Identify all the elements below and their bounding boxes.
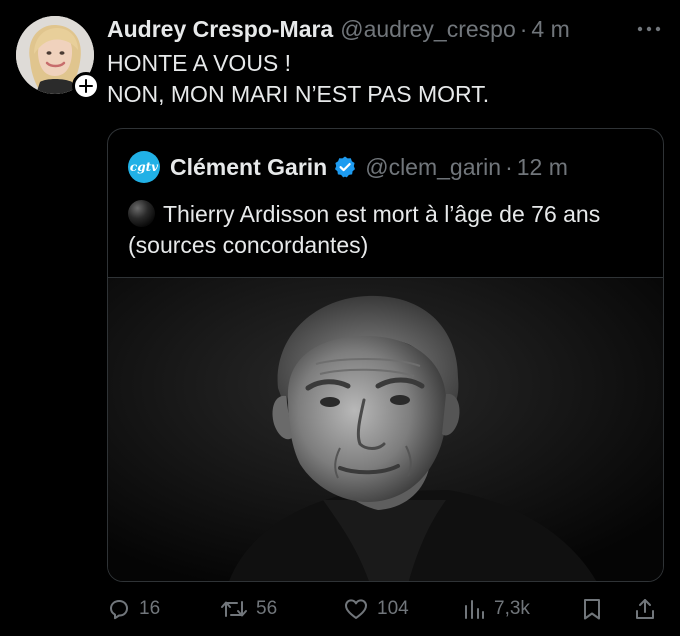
retweet-count: 56 — [256, 598, 278, 619]
reply-icon — [110, 600, 128, 620]
views-button[interactable]: 7,3k — [462, 592, 530, 626]
tweet-line-2: NON, MON MARI N’EST PAS MORT. — [107, 81, 490, 107]
author-avatar-container[interactable] — [16, 16, 100, 100]
heart-icon — [345, 599, 367, 619]
quoted-author-name[interactable]: Clément Garin — [170, 154, 327, 181]
views-count: 7,3k — [494, 598, 530, 619]
share-button[interactable] — [633, 592, 657, 626]
quoted-separator-dot: · — [505, 153, 513, 180]
more-options-button[interactable] — [636, 20, 662, 38]
verified-badge-icon — [335, 156, 356, 178]
quoted-text-content: Thierry Ardisson est mort à l’âge de 76 … — [128, 201, 601, 258]
reply-button[interactable]: 16 — [107, 592, 160, 626]
reply-count: 16 — [139, 598, 161, 619]
quoted-tweet-time[interactable]: 12 m — [517, 154, 568, 181]
separator-dot: · — [519, 15, 528, 42]
share-icon — [636, 599, 654, 619]
action-bar: 16 56 104 7,3k — [107, 592, 660, 626]
black-circle-icon — [128, 200, 155, 227]
follow-plus-button[interactable] — [72, 72, 100, 100]
quoted-tweet-text: Thierry Ardisson est mort à l’âge de 76 … — [128, 199, 628, 261]
quoted-author-handle[interactable]: @clem_garin — [365, 154, 501, 181]
quoted-tweet[interactable]: cgtv Clément Garin @clem_garin · 12 m Th… — [107, 128, 664, 582]
quoted-author-avatar[interactable]: cgtv — [128, 151, 160, 183]
quoted-media-photo[interactable] — [108, 277, 663, 581]
tweet-header: Audrey Crespo-Mara @audrey_crespo · 4 m — [107, 14, 620, 44]
portrait-photo — [108, 278, 663, 581]
tweet-text: HONTE A VOUS ! NON, MON MARI N’EST PAS M… — [107, 48, 660, 110]
more-dots-icon — [637, 26, 661, 32]
quoted-tweet-header: cgtv Clément Garin @clem_garin · 12 m — [128, 151, 568, 183]
like-count: 104 — [377, 598, 409, 619]
quoted-avatar-logo-text: cgtv — [129, 160, 159, 174]
retweet-button[interactable]: 56 — [220, 592, 277, 626]
like-button[interactable]: 104 — [343, 592, 409, 626]
views-icon — [465, 600, 484, 619]
tweet-line-1: HONTE A VOUS ! — [107, 50, 292, 76]
tweet-time[interactable]: 4 m — [531, 16, 569, 43]
bookmark-button[interactable] — [581, 592, 603, 626]
author-name[interactable]: Audrey Crespo-Mara — [107, 16, 333, 43]
plus-icon — [79, 79, 93, 93]
bookmark-icon — [584, 599, 600, 620]
retweet-icon — [221, 601, 247, 617]
author-handle[interactable]: @audrey_crespo — [340, 16, 516, 43]
